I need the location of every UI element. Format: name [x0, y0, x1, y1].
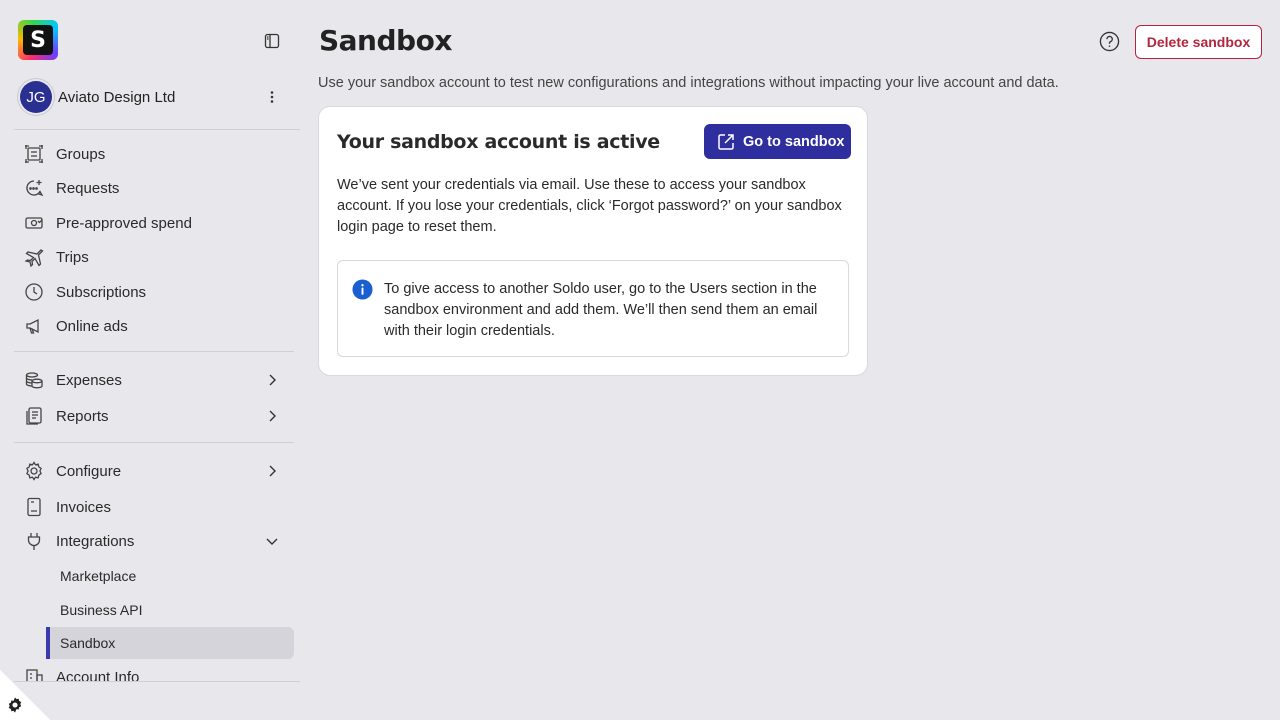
- chevron-down-icon: [266, 538, 278, 545]
- delete-sandbox-button[interactable]: Delete sandbox: [1135, 25, 1262, 59]
- sidebar-item-label: Requests: [56, 179, 120, 197]
- sidebar-item-label: Subscriptions: [56, 283, 147, 301]
- sidebar-subitem-label: Sandbox: [60, 635, 116, 651]
- requests-icon: [26, 180, 44, 197]
- go-to-sandbox-button[interactable]: Go to sandbox: [704, 124, 851, 159]
- sidebar-item-trips[interactable]: Trips: [14, 240, 294, 274]
- sidebar-item-label: Integrations: [56, 532, 135, 550]
- money-icon: [25, 217, 43, 229]
- sidebar-subitem-business-api[interactable]: Business API: [46, 594, 294, 626]
- sidebar-item-expenses[interactable]: Expenses: [14, 363, 294, 397]
- sidebar-divider: [14, 681, 300, 682]
- plug-icon: [27, 533, 41, 550]
- card-body-text: We’ve sent your credentials via email. U…: [337, 177, 842, 235]
- sidebar-item-label: Pre-approved spend: [56, 214, 192, 232]
- sidebar-subitem-sandbox[interactable]: Sandbox: [46, 627, 294, 659]
- sidebar-subitem-marketplace[interactable]: Marketplace: [46, 560, 294, 592]
- sidebar-toggle-icon[interactable]: [264, 33, 280, 49]
- chevron-right-icon: [269, 410, 276, 422]
- sidebar-item-invoices[interactable]: Invoices: [14, 490, 294, 524]
- coins-icon: [25, 372, 43, 389]
- info-text: To give access to another Soldo user, go…: [384, 281, 818, 339]
- sidebar-item-label: Expenses: [56, 371, 122, 389]
- sidebar-item-subscriptions[interactable]: Subscriptions: [14, 275, 294, 309]
- sandbox-status-card: Your sandbox account is active Go to san…: [318, 106, 868, 376]
- sidebar-item-integrations[interactable]: Integrations: [14, 524, 294, 558]
- sidebar-divider: [14, 351, 294, 352]
- sidebar-divider: [14, 129, 300, 130]
- sidebar-divider: [14, 442, 294, 443]
- sidebar-item-configure[interactable]: Configure: [14, 454, 294, 488]
- sidebar-subitem-label: Marketplace: [60, 568, 137, 584]
- app-logo[interactable]: S: [18, 20, 58, 60]
- sidebar-item-label: Invoices: [56, 498, 112, 516]
- chevron-right-icon: [269, 465, 276, 477]
- account-switcher[interactable]: JG Aviato Design Ltd: [20, 81, 288, 113]
- card-title: Your sandbox account is active: [337, 131, 660, 153]
- sidebar-item-label: Groups: [56, 145, 106, 163]
- sidebar-item-account-info[interactable]: Account Info: [14, 662, 294, 682]
- sidebar: S JG Aviato Design Ltd Groups Requests P…: [0, 0, 308, 720]
- plane-icon: [24, 249, 44, 267]
- sidebar-item-requests[interactable]: Requests: [14, 171, 294, 205]
- sidebar-item-pre-approved-spend[interactable]: Pre-approved spend: [14, 206, 294, 240]
- clock-icon: [25, 283, 43, 301]
- page-title: Sandbox: [319, 24, 452, 57]
- more-options-icon[interactable]: [264, 89, 280, 105]
- avatar: JG: [20, 81, 52, 113]
- help-icon[interactable]: [1099, 31, 1120, 52]
- info-callout: To give access to another Soldo user, go…: [337, 260, 849, 357]
- megaphone-icon: [26, 318, 39, 334]
- info-icon: [352, 279, 373, 300]
- sidebar-item-reports[interactable]: Reports: [14, 399, 294, 433]
- receipt-icon: [27, 497, 41, 517]
- sidebar-subitem-label: Business API: [60, 602, 143, 618]
- groups-icon: [25, 145, 43, 163]
- sidebar-item-label: Online ads: [56, 317, 128, 335]
- sidebar-item-groups[interactable]: Groups: [14, 137, 294, 171]
- external-link-icon: [718, 134, 734, 150]
- sidebar-item-label: Reports: [56, 407, 109, 425]
- gear-icon: [26, 461, 42, 481]
- report-icon: [26, 407, 42, 425]
- go-to-sandbox-label: Go to sandbox: [743, 133, 845, 150]
- chevron-right-icon: [269, 374, 276, 386]
- settings-gear-icon[interactable]: [7, 697, 23, 713]
- sidebar-item-label: Configure: [56, 462, 122, 480]
- account-name: Aviato Design Ltd: [58, 88, 176, 106]
- sidebar-item-label: Trips: [56, 248, 89, 266]
- sidebar-item-online-ads[interactable]: Online ads: [14, 309, 294, 343]
- page-description: Use your sandbox account to test new con…: [318, 75, 1059, 91]
- logo-letter: S: [23, 25, 53, 55]
